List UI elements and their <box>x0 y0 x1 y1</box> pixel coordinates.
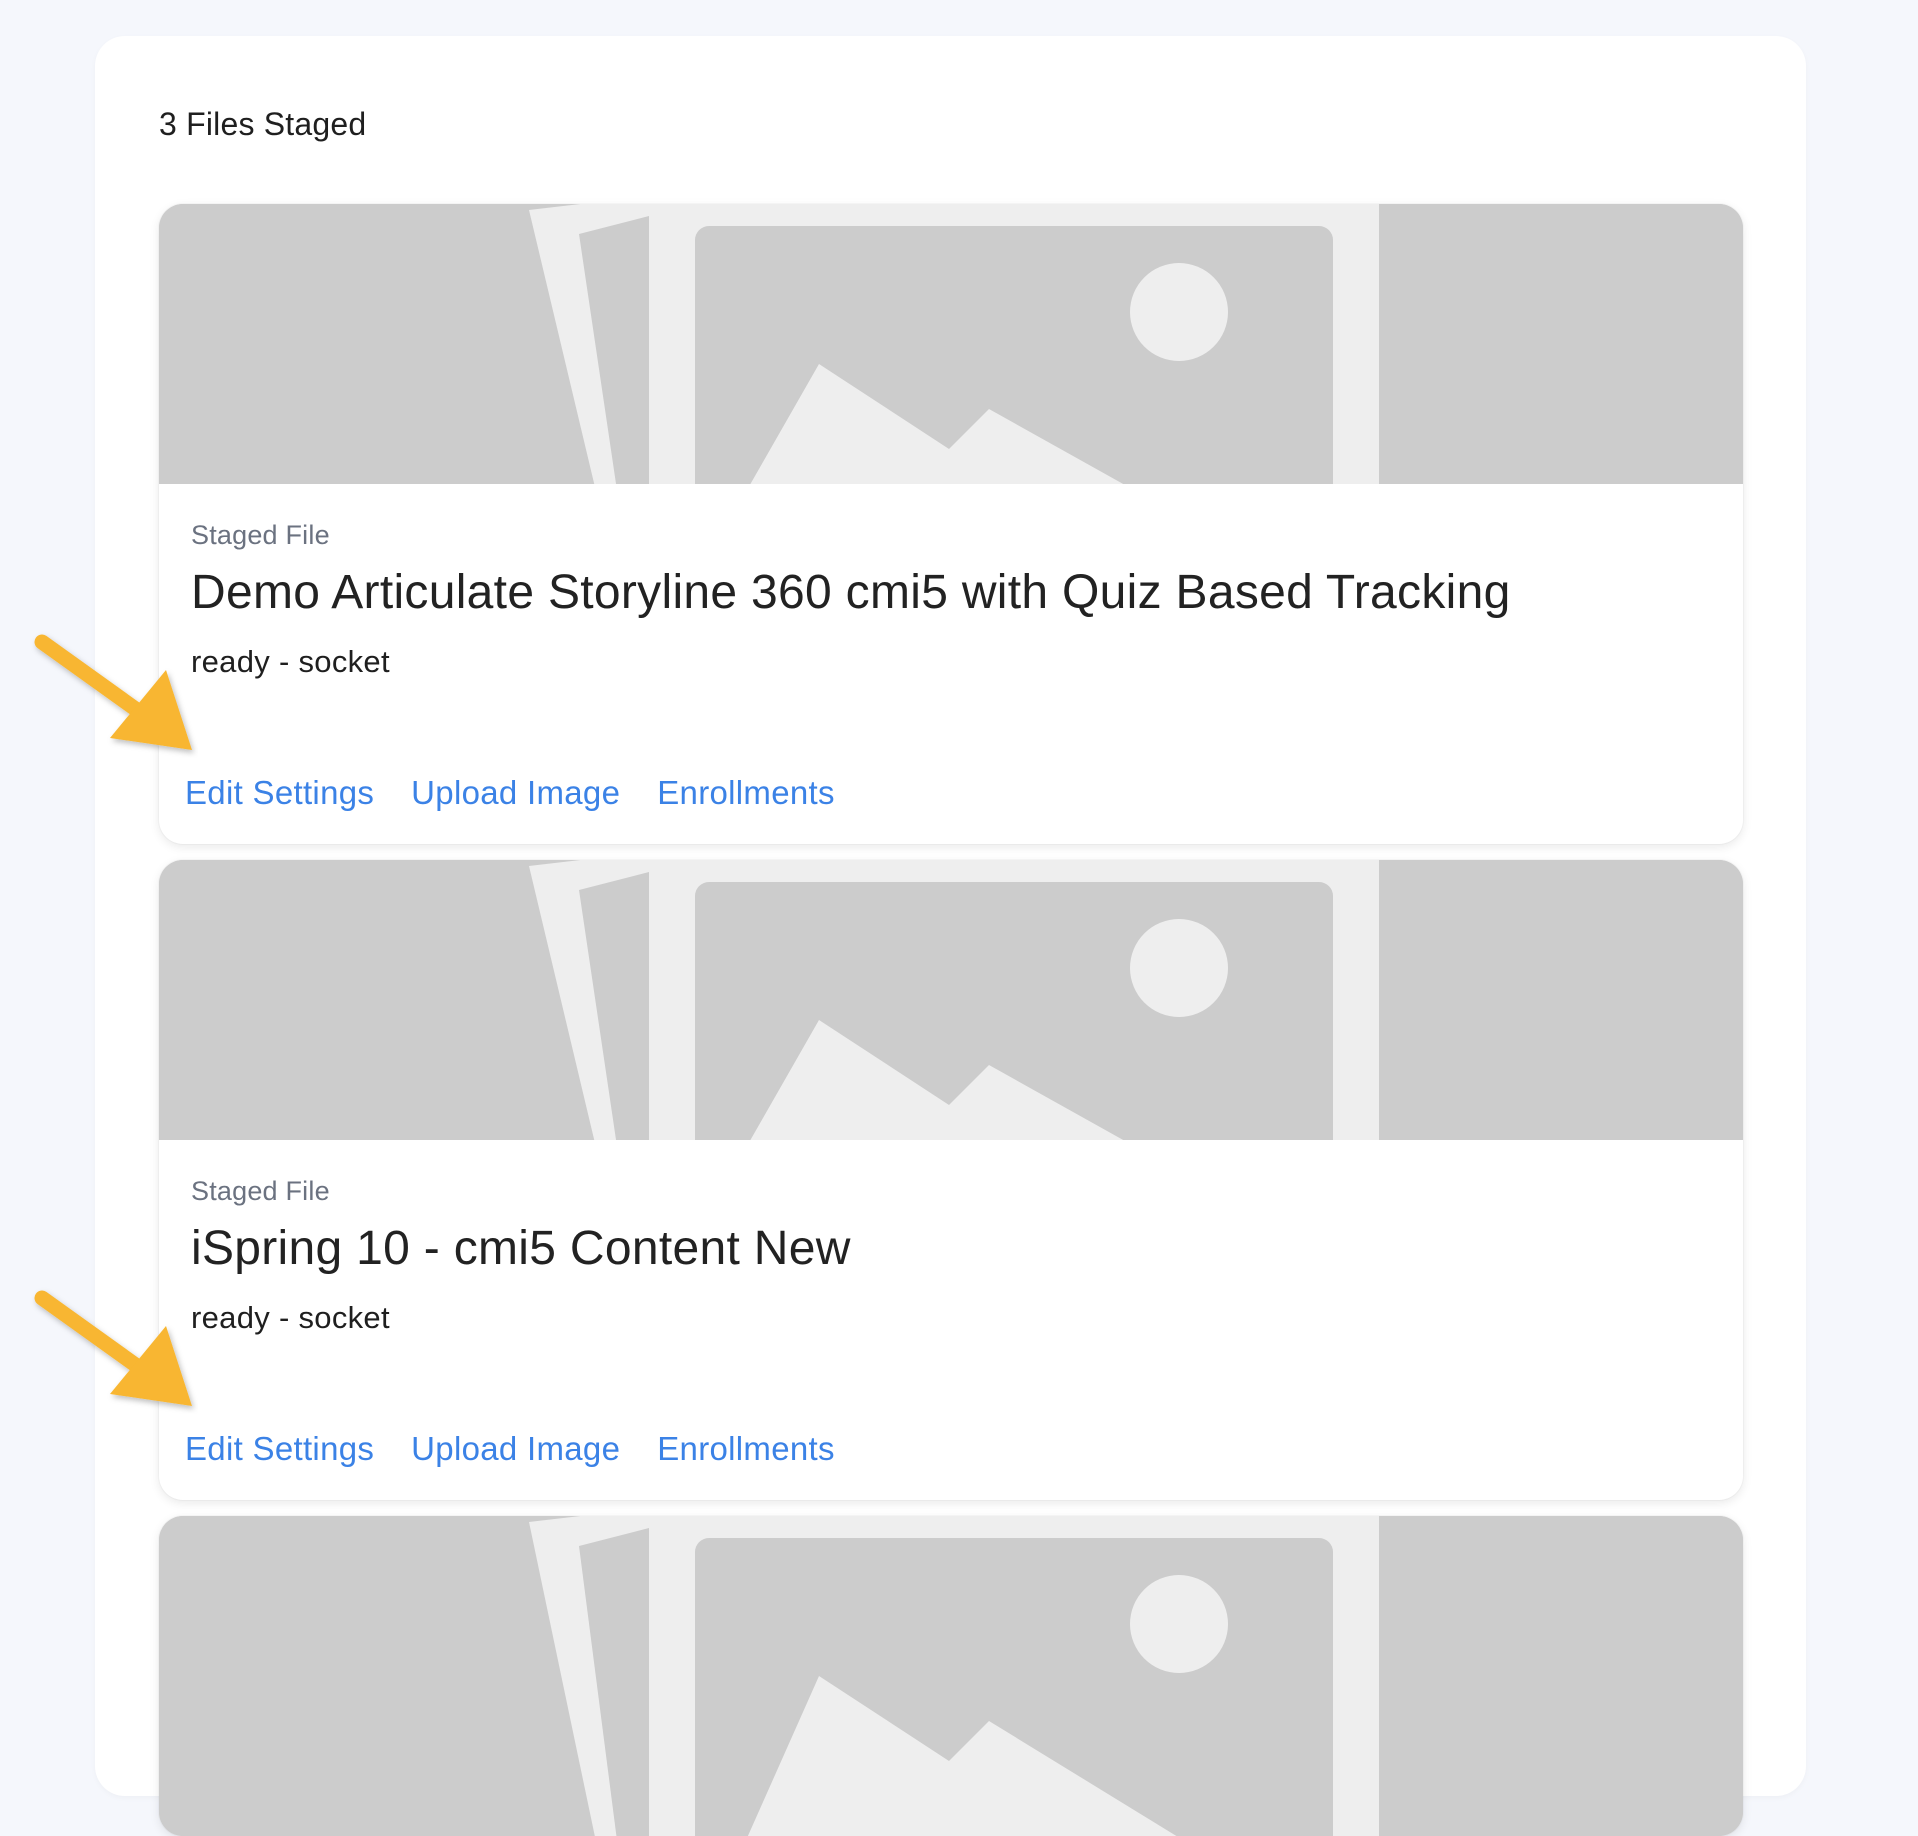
card-actions: Edit Settings Upload Image Enrollments <box>185 774 835 812</box>
staged-files-panel: 3 Files Staged Staged File Demo Articula… <box>95 36 1806 1836</box>
file-status: ready - socket <box>191 644 390 679</box>
file-status: ready - socket <box>191 1300 390 1335</box>
staged-file-card <box>159 1516 1743 1836</box>
card-actions: Edit Settings Upload Image Enrollments <box>185 1430 835 1468</box>
edit-settings-link[interactable]: Edit Settings <box>185 774 374 812</box>
upload-image-link[interactable]: Upload Image <box>411 774 620 812</box>
enrollments-link[interactable]: Enrollments <box>657 1430 835 1468</box>
image-placeholder-icon <box>159 1516 1743 1836</box>
upload-image-link[interactable]: Upload Image <box>411 1430 620 1468</box>
thumbnail-placeholder <box>159 860 1743 1140</box>
enrollments-link[interactable]: Enrollments <box>657 774 835 812</box>
thumbnail-placeholder <box>159 1516 1743 1836</box>
file-title: iSpring 10 - cmi5 Content New <box>191 1222 851 1275</box>
card-eyebrow: Staged File <box>191 1176 330 1206</box>
arrow-annotation-icon <box>34 1290 192 1406</box>
image-placeholder-icon <box>159 204 1743 484</box>
arrow-annotation-icon <box>34 634 192 750</box>
file-title: Demo Articulate Storyline 360 cmi5 with … <box>191 566 1511 619</box>
edit-settings-link[interactable]: Edit Settings <box>185 1430 374 1468</box>
staged-file-card: Staged File Demo Articulate Storyline 36… <box>159 204 1743 844</box>
card-eyebrow: Staged File <box>191 520 330 550</box>
image-placeholder-icon <box>159 860 1743 1140</box>
thumbnail-placeholder <box>159 204 1743 484</box>
staged-file-card: Staged File iSpring 10 - cmi5 Content Ne… <box>159 860 1743 1500</box>
staged-count-label: 3 Files Staged <box>159 106 367 142</box>
